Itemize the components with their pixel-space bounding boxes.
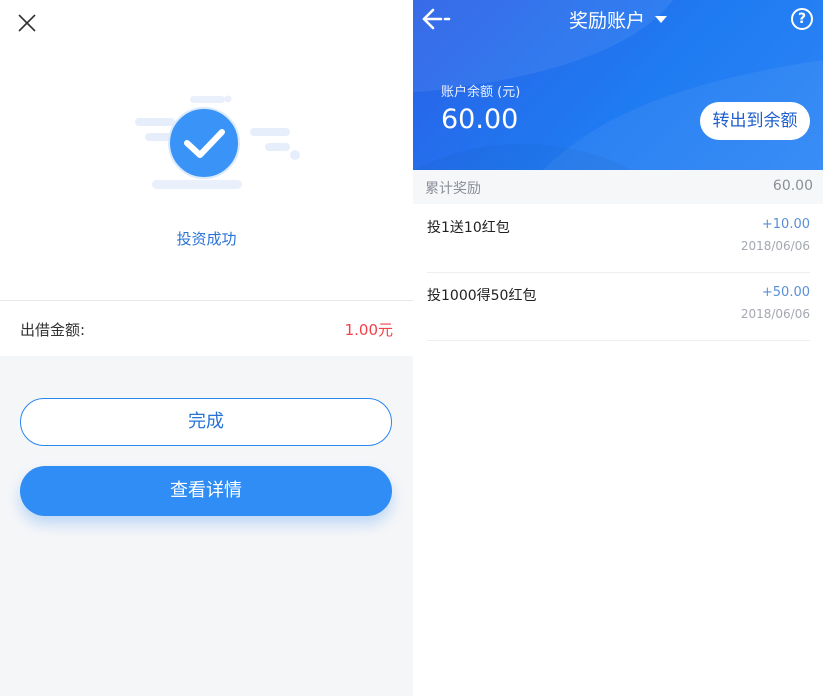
amount-row: 出借金额: 1.00元 [0, 301, 413, 356]
done-button[interactable]: 完成 [20, 398, 392, 446]
help-icon[interactable]: ? [791, 8, 813, 30]
investment-success-screen: 投资成功 出借金额: 1.00元 完成 查看详情 [0, 0, 413, 696]
reward-title: 投1000得50红包 [427, 288, 537, 304]
close-icon[interactable] [14, 10, 40, 36]
view-details-button[interactable]: 查看详情 [20, 466, 392, 516]
balance-label: 账户余额 (元) [441, 85, 521, 100]
dropdown-caret-icon [655, 16, 667, 23]
cumulative-reward-row: 累计奖励 60.00 [413, 170, 823, 204]
account-header: 奖励账户 ? 账户余额 (元) 60.00 转出到余额 [413, 0, 823, 170]
reward-amount: +50.00 [761, 285, 810, 300]
success-check-icon [135, 95, 300, 189]
reward-amount: +10.00 [761, 217, 810, 232]
list-item[interactable]: 投1000得50红包 +50.00 2018/06/06 [427, 273, 810, 341]
balance-value: 60.00 [441, 104, 519, 135]
list-item[interactable]: 投1送10红包 +10.00 2018/06/06 [427, 205, 810, 273]
page-title: 奖励账户 [568, 10, 645, 32]
reward-title: 投1送10红包 [427, 220, 510, 236]
reward-account-screen: 奖励账户 ? 账户余额 (元) 60.00 转出到余额 累计奖励 60.00 投… [413, 0, 823, 696]
cumulative-value: 60.00 [772, 178, 813, 194]
amount-value: 1.00元 [344, 321, 393, 339]
account-type-selector[interactable]: 奖励账户 [413, 6, 823, 33]
transfer-to-balance-button[interactable]: 转出到余额 [700, 102, 810, 140]
cumulative-label: 累计奖励 [425, 181, 481, 197]
reward-date: 2018/06/06 [740, 307, 810, 321]
amount-label: 出借金额: [20, 321, 86, 339]
success-status-text: 投资成功 [176, 230, 237, 248]
reward-date: 2018/06/06 [740, 239, 810, 253]
